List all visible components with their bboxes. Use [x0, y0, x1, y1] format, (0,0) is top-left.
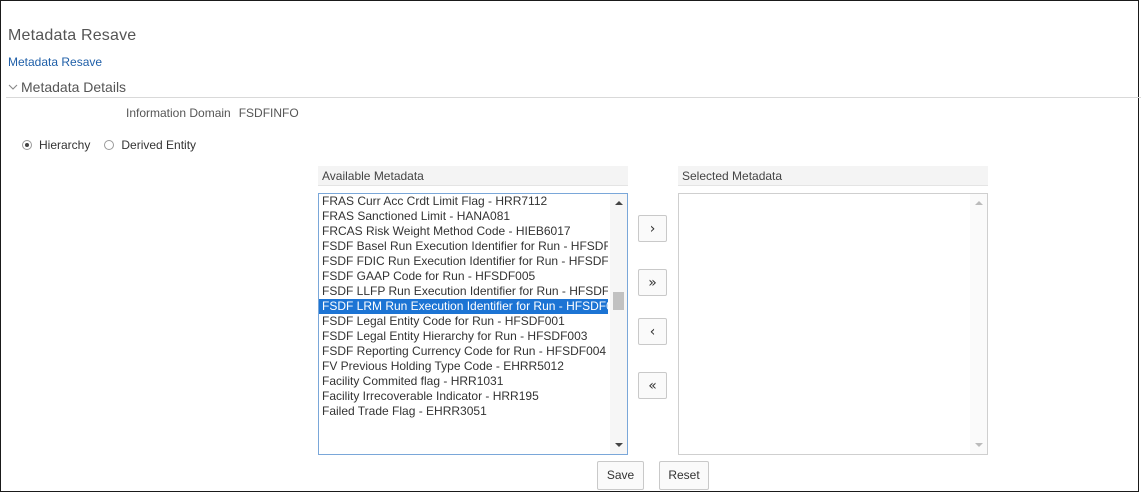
- available-list-item[interactable]: FRAS Curr Acc Crdt Limit Flag - HRR7112: [319, 194, 608, 209]
- available-list-item[interactable]: Failed Trade Flag - EHRR3051: [319, 404, 608, 419]
- available-list-item[interactable]: Facility Commited flag - HRR1031: [319, 374, 608, 389]
- available-list-scrollbar[interactable]: [610, 194, 627, 454]
- metadata-details-header[interactable]: Metadata Details: [6, 77, 1141, 98]
- remove-selected-button[interactable]: ‹: [638, 318, 667, 345]
- hierarchy-radio-label[interactable]: Hierarchy: [39, 138, 90, 152]
- page-title: Metadata Resave: [8, 27, 137, 44]
- available-list-item[interactable]: Facility Irrecoverable Indicator - HRR19…: [319, 389, 608, 404]
- selected-metadata-header: Selected Metadata: [678, 166, 988, 186]
- available-metadata-list[interactable]: FRAS Curr Acc Crdt Limit Flag - HRR7112 F…: [318, 193, 628, 455]
- information-domain-value: FSDFINFO: [238, 106, 299, 120]
- metadata-type-radio-group: Hierarchy Derived Entity: [22, 138, 210, 152]
- hierarchy-radio[interactable]: [22, 140, 32, 150]
- scroll-down-arrow-icon[interactable]: [975, 443, 983, 447]
- information-domain-row: Information Domain FSDFINFO: [126, 106, 299, 120]
- remove-all-button[interactable]: «: [638, 372, 667, 399]
- available-list-item[interactable]: FSDF LLFP Run Execution Identifier for R…: [319, 284, 608, 299]
- scroll-thumb[interactable]: [613, 292, 624, 310]
- derived-entity-radio[interactable]: [104, 140, 115, 150]
- information-domain-label: Information Domain: [126, 106, 231, 120]
- available-items: FRAS Curr Acc Crdt Limit Flag - HRR7112 F…: [319, 194, 627, 419]
- move-selected-button[interactable]: ›: [638, 215, 667, 242]
- available-list-item[interactable]: FRCAS Risk Weight Method Code - HIEB6017: [319, 224, 608, 239]
- derived-entity-radio-label[interactable]: Derived Entity: [121, 138, 196, 152]
- scroll-up-arrow-icon[interactable]: [615, 201, 623, 205]
- available-metadata-header: Available Metadata: [318, 166, 628, 186]
- available-list-item[interactable]: FRAS Sanctioned Limit - HANA081: [319, 209, 608, 224]
- move-all-button[interactable]: »: [638, 269, 667, 296]
- selected-list-scrollbar[interactable]: [970, 194, 987, 454]
- save-button[interactable]: Save: [597, 461, 644, 490]
- chevron-down-icon: [8, 84, 18, 90]
- reset-button[interactable]: Reset: [659, 461, 709, 490]
- selected-metadata-list[interactable]: [678, 193, 988, 455]
- available-list-item[interactable]: FSDF Legal Entity Code for Run - HFSDF00…: [319, 314, 608, 329]
- available-list-item[interactable]: FSDF Reporting Currency Code for Run - H…: [319, 344, 608, 359]
- scroll-down-arrow-icon[interactable]: [615, 443, 623, 447]
- breadcrumb[interactable]: Metadata Resave: [8, 55, 102, 69]
- available-list-item[interactable]: FSDF GAAP Code for Run - HFSDF005: [319, 269, 608, 284]
- available-list-item[interactable]: FSDF LRM Run Execution Identifier for Ru…: [319, 299, 608, 314]
- available-list-item[interactable]: FV Previous Holding Type Code - EHRR5012: [319, 359, 608, 374]
- scroll-up-arrow-icon[interactable]: [975, 201, 983, 205]
- section-title: Metadata Details: [21, 79, 127, 95]
- available-list-item[interactable]: FSDF Legal Entity Hierarchy for Run - HF…: [319, 329, 608, 344]
- available-list-item[interactable]: FSDF FDIC Run Execution Identifier for R…: [319, 254, 608, 269]
- available-list-item[interactable]: FSDF Basel Run Execution Identifier for …: [319, 239, 608, 254]
